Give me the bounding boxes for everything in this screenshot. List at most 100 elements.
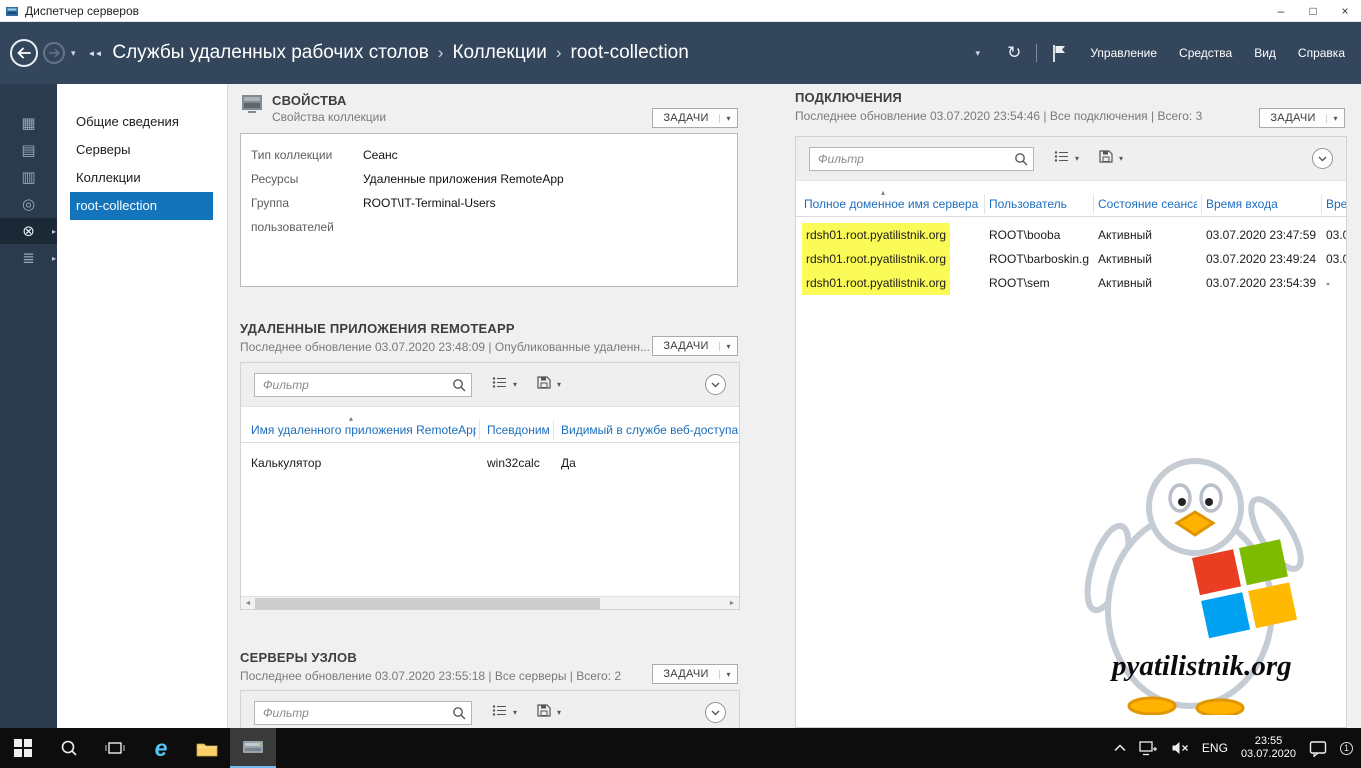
menu-manage[interactable]: Управление	[1090, 46, 1157, 60]
minimize-button[interactable]: –	[1265, 0, 1297, 21]
system-tray: ENG 23:55 03.07.2020 1	[1114, 728, 1361, 768]
refresh-icon[interactable]: ↻	[1007, 43, 1021, 63]
nav-divider	[1036, 44, 1037, 62]
cell-disconnect-time: 03.0	[1326, 223, 1347, 247]
properties-tasks-button[interactable]: ЗАДАЧИ ▾	[652, 108, 738, 128]
column-header-login-time[interactable]: Время входа	[1206, 191, 1317, 217]
start-button[interactable]	[0, 728, 46, 768]
taskbar-search-button[interactable]	[46, 728, 92, 768]
search-icon[interactable]	[452, 706, 466, 720]
caret-down-icon: ▾	[1326, 114, 1344, 123]
remoteapp-save-query-button[interactable]: ▾	[537, 376, 561, 394]
cell-server-fqdn: rdsh01.root.pyatilistnik.org	[802, 271, 950, 295]
notifications-flag-icon[interactable]	[1052, 44, 1067, 63]
property-label: Ресурсы	[251, 167, 363, 191]
host-servers-tasks-button[interactable]: ЗАДАЧИ ▾	[652, 664, 738, 684]
volume-muted-icon[interactable]	[1171, 741, 1189, 755]
back-button[interactable]	[10, 39, 38, 67]
internet-explorer-button[interactable]: e	[138, 728, 184, 768]
history-dropdown-icon[interactable]: ▾	[71, 48, 76, 59]
remoteapp-criteria-button[interactable]: ▾	[492, 376, 517, 394]
action-center-icon[interactable]	[1309, 740, 1327, 757]
column-header-app-name[interactable]: Имя удаленного приложения RemoteApp	[251, 417, 476, 443]
host-servers-criteria-button[interactable]: ▾	[492, 704, 517, 722]
property-value: ROOT\IT-Terminal-Users	[363, 191, 496, 215]
cell-disconnect-time: -	[1326, 271, 1330, 295]
column-header-user[interactable]: Пользователь	[989, 191, 1089, 217]
column-header-session-state[interactable]: Состояние сеанса	[1098, 191, 1197, 217]
horizontal-scrollbar[interactable]: ◄ ►	[241, 596, 739, 609]
services-icon[interactable]: ◎	[0, 191, 57, 217]
file-services-expand-icon[interactable]: ▸	[52, 254, 56, 263]
sidebar-item-collections[interactable]: Коллекции	[57, 164, 227, 192]
rds-expand-icon[interactable]: ▸	[52, 227, 56, 236]
breadcrumb-separator: ›	[438, 43, 444, 63]
network-icon[interactable]	[1139, 741, 1158, 756]
sidebar-item-overview[interactable]: Общие сведения	[57, 108, 227, 136]
remoteapp-toolbar: ▾ ▾	[241, 363, 739, 407]
caret-down-icon: ▾	[513, 708, 517, 717]
breadcrumb-dropdown-icon[interactable]: ▾	[976, 48, 981, 59]
cell-user: ROOT\barboskin.g	[989, 247, 1089, 271]
host-servers-save-query-button[interactable]: ▾	[537, 704, 561, 722]
remoteapp-filter-box	[254, 373, 472, 397]
connections-collapse-button[interactable]	[1312, 148, 1333, 169]
menu-view[interactable]: Вид	[1254, 46, 1276, 60]
connections-criteria-button[interactable]: ▾	[1054, 150, 1079, 168]
cell-login-time: 03.07.2020 23:49:24	[1206, 247, 1316, 271]
caret-down-icon: ▾	[719, 114, 737, 123]
properties-subtitle: Свойства коллекции	[272, 110, 386, 124]
remoteapp-tasks-button[interactable]: ЗАДАЧИ ▾	[652, 336, 738, 356]
column-header-fqdn[interactable]: Полное доменное имя сервера	[804, 191, 980, 217]
table-row[interactable]: Калькулятор win32calc Да	[241, 451, 739, 475]
tray-expand-chevron-icon[interactable]	[1114, 744, 1126, 752]
close-button[interactable]: ×	[1329, 0, 1361, 21]
all-servers-icon[interactable]: ▥	[0, 164, 57, 190]
file-services-icon[interactable]: ≣	[0, 245, 57, 271]
notification-badge[interactable]: 1	[1340, 742, 1353, 755]
maximize-button[interactable]: □	[1297, 0, 1329, 21]
connections-save-query-button[interactable]: ▾	[1099, 150, 1123, 168]
rds-icon[interactable]: ⊗	[0, 218, 57, 244]
scroll-right-icon[interactable]: ►	[725, 597, 739, 609]
caret-down-icon: ▾	[719, 670, 737, 679]
sidebar-item-servers[interactable]: Серверы	[57, 136, 227, 164]
file-explorer-button[interactable]	[184, 728, 230, 768]
search-icon[interactable]	[452, 378, 466, 392]
server-manager-window: Диспетчер серверов – □ × ▾ ◄◄ Службы уда…	[0, 0, 1361, 768]
breadcrumb-item-rds[interactable]: Службы удаленных рабочих столов	[112, 42, 428, 64]
property-row: Тип коллекции Сеанс	[251, 143, 737, 167]
table-row[interactable]: rdsh01.root.pyatilistnik.org ROOT\barbos…	[796, 247, 1346, 271]
table-row[interactable]: rdsh01.root.pyatilistnik.org ROOT\sem Ак…	[796, 271, 1346, 295]
remoteapp-filter-input[interactable]	[255, 378, 452, 392]
server-manager-taskbar-button[interactable]	[230, 728, 276, 768]
sidebar-item-root-collection[interactable]: root-collection	[70, 192, 213, 220]
cell-app-name: Калькулятор	[251, 451, 321, 475]
menu-tools[interactable]: Средства	[1179, 46, 1232, 60]
connections-filter-input[interactable]	[810, 152, 1014, 166]
host-servers-filter-input[interactable]	[255, 706, 452, 720]
taskbar-clock[interactable]: 23:55 03.07.2020	[1241, 735, 1296, 761]
breadcrumb-item-collections[interactable]: Коллекции	[452, 42, 546, 64]
connections-tasks-button[interactable]: ЗАДАЧИ ▾	[1259, 108, 1345, 128]
server-manager-icon	[5, 4, 19, 18]
column-header-alias[interactable]: Псевдоним	[487, 417, 549, 443]
local-server-icon[interactable]: ▤	[0, 137, 57, 163]
dashboard-icon[interactable]: ▦	[0, 110, 57, 136]
column-header-disconnect-time[interactable]: Врем	[1326, 191, 1347, 217]
language-indicator[interactable]: ENG	[1202, 741, 1228, 755]
forward-button[interactable]	[43, 42, 65, 64]
scrollbar-thumb[interactable]	[255, 598, 600, 609]
breadcrumb-item-root-collection[interactable]: root-collection	[571, 42, 689, 64]
remoteapp-collapse-button[interactable]	[705, 374, 726, 395]
column-header-web-visible[interactable]: Видимый в службе веб-доступа	[561, 417, 739, 443]
host-servers-collapse-button[interactable]	[705, 702, 726, 723]
search-icon[interactable]	[1014, 152, 1028, 166]
cell-session-state: Активный	[1098, 247, 1152, 271]
remoteapp-title: УДАЛЕННЫЕ ПРИЛОЖЕНИЯ REMOTEAPP	[240, 321, 515, 336]
caret-down-icon: ▾	[719, 342, 737, 351]
menu-help[interactable]: Справка	[1298, 46, 1345, 60]
task-view-button[interactable]	[92, 728, 138, 768]
table-row[interactable]: rdsh01.root.pyatilistnik.org ROOT\booba …	[796, 223, 1346, 247]
scroll-left-icon[interactable]: ◄	[241, 597, 255, 609]
